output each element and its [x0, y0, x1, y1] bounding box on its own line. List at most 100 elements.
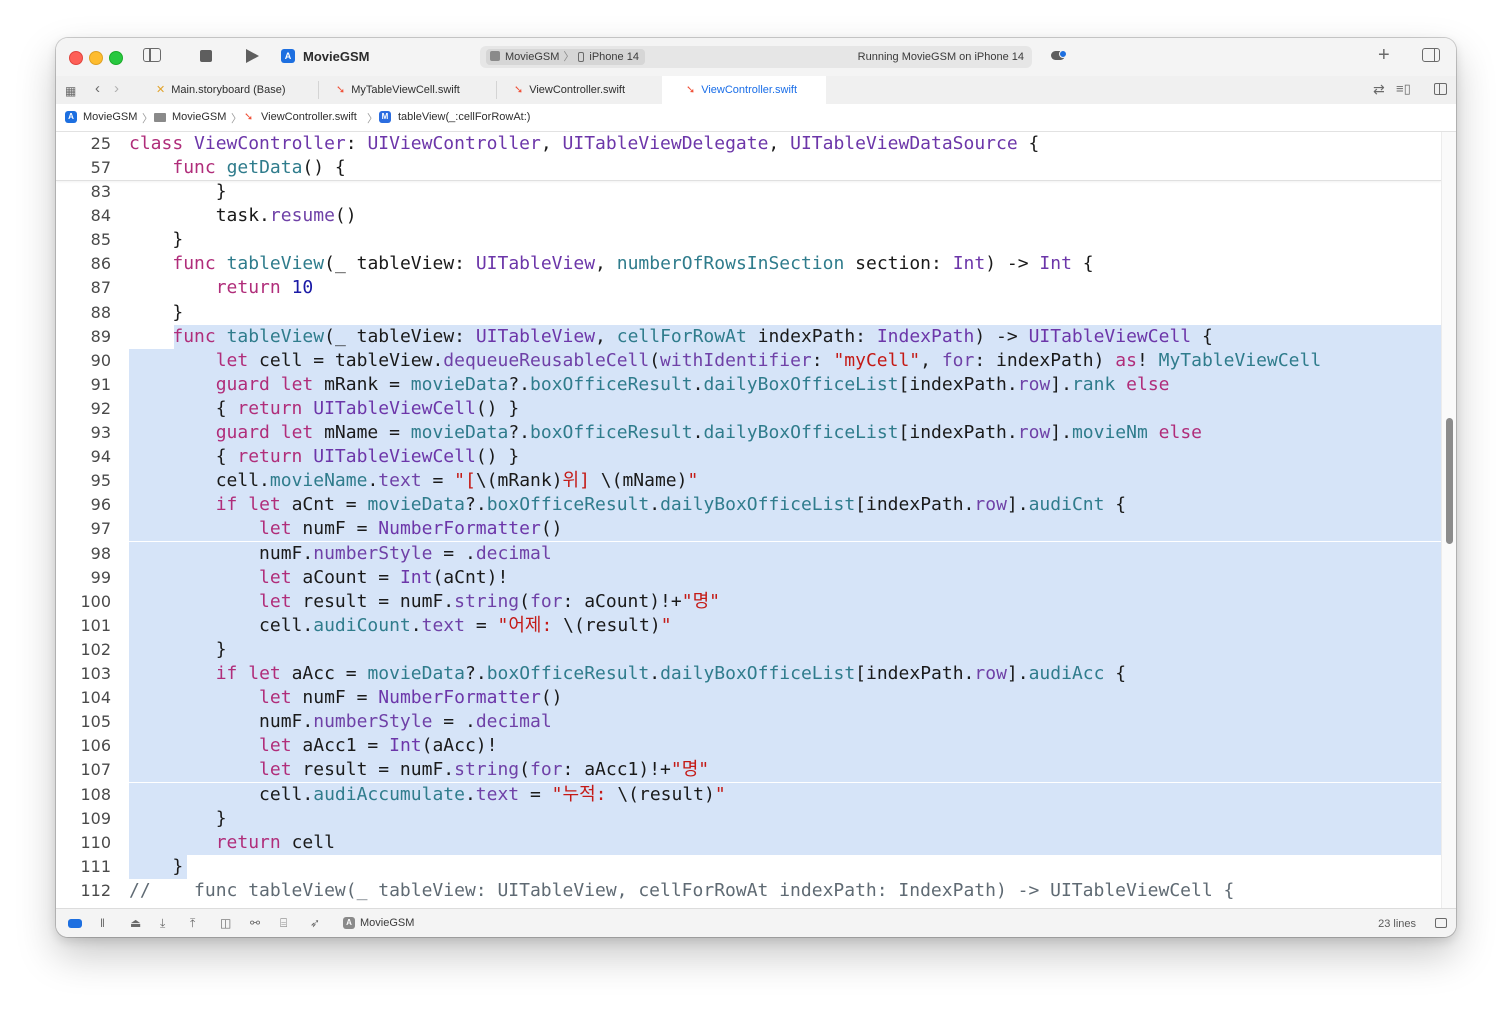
code-line[interactable]: 112 // func tableView(_ tableView: UITabl… — [56, 879, 1441, 903]
code-token: [indexPath. — [855, 494, 975, 516]
split-editor-icon[interactable] — [1434, 83, 1447, 95]
code-token: string — [454, 590, 520, 612]
add-icon[interactable]: + — [1378, 45, 1390, 65]
code-token: aCnt = — [280, 494, 368, 516]
simulate-location-icon[interactable]: ➶ — [310, 916, 320, 930]
line-number: 86 — [90, 254, 111, 274]
editor-options-icon[interactable]: ≡▯ — [1396, 81, 1411, 97]
line-number: 101 — [80, 615, 111, 635]
line-number: 104 — [80, 688, 111, 708]
code-token: [indexPath. — [898, 373, 1018, 395]
environment-overrides-icon[interactable]: ⌸ — [280, 916, 287, 931]
code-line[interactable]: 84 task.resume() — [56, 204, 1441, 228]
code-token: guard — [215, 422, 270, 443]
code-line[interactable]: 99 let aCount = Int(aCnt)! — [56, 565, 1441, 590]
inspector-toggle-icon[interactable] — [1422, 48, 1440, 62]
jumpbar-group[interactable]: MovieGSM — [172, 111, 226, 123]
source-editor[interactable]: 25 class ViewController: UIViewController… — [56, 132, 1441, 908]
code-line[interactable]: 98 numF.numberStyle = .decimal — [56, 541, 1441, 566]
tab-viewcontroller[interactable]: ➘ ViewController.swift — [514, 76, 664, 104]
code-token: aAcc = — [280, 663, 368, 684]
code-line[interactable]: 89 func tableView(_ tableView: UITableVi… — [56, 324, 1441, 349]
pause-icon[interactable]: ‖ — [100, 916, 105, 930]
code-line[interactable]: 95 cell.movieName.text = "[\(mRank)위] \(… — [56, 469, 1441, 494]
jumpbar-project[interactable]: MovieGSM — [83, 111, 137, 123]
view-hierarchy-icon[interactable]: ◫ — [220, 916, 231, 930]
code-token: : aAcc1)!+ — [562, 759, 671, 781]
code-line[interactable]: 83 } — [56, 180, 1441, 204]
jumpbar-symbol[interactable]: tableView(_:cellForRowAt:) — [398, 111, 530, 123]
selection-highlight — [129, 806, 1441, 831]
code-line[interactable]: 92 { return UITableViewCell() } — [56, 396, 1441, 421]
code-token: UITableViewDelegate — [562, 133, 769, 154]
selection-count: 23 lines — [1378, 918, 1416, 930]
code-line[interactable]: 102 } — [56, 637, 1441, 662]
debug-area-toggle-icon[interactable] — [68, 919, 82, 928]
run-status: Running MovieGSM on iPhone 14 — [857, 51, 1024, 63]
code-line[interactable]: 57 func getData() { — [56, 156, 1441, 180]
memory-graph-icon[interactable]: ⚯ — [250, 916, 260, 930]
navigator-toggle-icon[interactable] — [143, 48, 161, 62]
tab-mytableviewcell[interactable]: ➘ MyTableViewCell.swift — [336, 76, 486, 104]
code-line[interactable]: 86 func tableView(_ tableView: UITableVi… — [56, 252, 1441, 276]
code-token: return — [215, 277, 281, 299]
code-line[interactable]: 103 if let aAcc = movieData?.boxOfficeRe… — [56, 662, 1441, 686]
chevron-right-icon: 〉 — [563, 51, 575, 63]
step-out-icon[interactable]: ⤒ — [190, 916, 195, 931]
code-line[interactable]: 104 let numF = NumberFormatter() — [56, 686, 1441, 711]
code-line[interactable]: 97 let numF = NumberFormatter() — [56, 517, 1441, 542]
code-line[interactable]: 94 { return UITableViewCell() } — [56, 445, 1441, 470]
scroll-thumb[interactable] — [1446, 418, 1453, 544]
step-over-icon[interactable]: ⏏ — [130, 916, 141, 930]
zoom-window-button[interactable] — [109, 51, 123, 65]
step-into-icon[interactable]: ⤓ — [160, 916, 165, 931]
code-line[interactable]: 110 return cell — [56, 830, 1441, 855]
code-line[interactable]: 87 return 10 — [56, 276, 1441, 300]
swift-file-icon: ➘ — [514, 84, 524, 96]
code-line[interactable]: 101 cell.audiCount.text = "어제: \(result)… — [56, 613, 1441, 638]
code-line[interactable]: 107 let result = numF.string(for: aAcc1)… — [56, 758, 1441, 783]
tab-main-storyboard[interactable]: ✕ Main.storyboard (Base) — [156, 76, 306, 104]
code-token: row — [974, 663, 1007, 684]
code-token: (aAcc)! — [421, 735, 498, 757]
console-toggle-icon[interactable] — [1435, 918, 1447, 928]
code-line[interactable]: 85 } — [56, 228, 1441, 252]
code-token: \(mRank) — [475, 470, 563, 492]
tab-viewcontroller-active[interactable]: ➘ ViewController.swift — [662, 76, 826, 104]
code-token: let — [248, 663, 281, 684]
code-line[interactable]: 88 } — [56, 301, 1441, 325]
code-line[interactable]: 91 guard let mRank = movieData?.boxOffic… — [56, 372, 1441, 397]
code-line[interactable]: 109 } — [56, 806, 1441, 831]
related-items-icon[interactable]: ▦ — [65, 83, 76, 99]
close-window-button[interactable] — [69, 51, 83, 65]
swap-icon[interactable]: ⇄ — [1373, 81, 1385, 97]
jumpbar-file[interactable]: ViewController.swift — [261, 111, 357, 123]
back-icon[interactable]: ‹ — [95, 81, 100, 97]
stop-icon[interactable] — [200, 50, 212, 62]
minimize-window-button[interactable] — [89, 51, 103, 65]
code-line[interactable]: 100 let result = numF.string(for: aCount… — [56, 589, 1441, 614]
code-token: mName = — [313, 422, 411, 443]
line-number: 97 — [90, 519, 111, 539]
code-text: } — [129, 855, 183, 879]
code-line[interactable]: 108 cell.audiAccumulate.text = "누적: \(re… — [56, 782, 1441, 807]
code-token: string — [454, 759, 520, 781]
code-token: . — [649, 494, 661, 516]
code-line[interactable]: 25 class ViewController: UIViewController… — [56, 132, 1441, 156]
code-line[interactable]: 111 } — [56, 854, 1441, 879]
code-line[interactable]: 90 let cell = tableView.dequeueReusableC… — [56, 348, 1441, 373]
editor-scrollbar[interactable] — [1441, 132, 1456, 908]
code-line[interactable]: 105 numF.numberStyle = .decimal — [56, 710, 1441, 735]
line-number: 91 — [90, 374, 111, 394]
code-line[interactable]: 93 guard let mName = movieData?.boxOffic… — [56, 421, 1441, 445]
cloud-status-icon[interactable] — [1051, 50, 1067, 60]
code-line[interactable]: 106 let aAcc1 = Int(aAcc)! — [56, 734, 1441, 759]
code-token: let — [280, 373, 314, 395]
scheme-selector[interactable]: MovieGSM 〉 iPhone 14 — [486, 49, 645, 65]
forward-icon[interactable]: › — [114, 81, 119, 97]
debug-process[interactable]: MovieGSM — [360, 917, 414, 929]
run-icon[interactable] — [246, 49, 259, 63]
code-line[interactable]: 96 if let aCnt = movieData?.boxOfficeRes… — [56, 493, 1441, 518]
